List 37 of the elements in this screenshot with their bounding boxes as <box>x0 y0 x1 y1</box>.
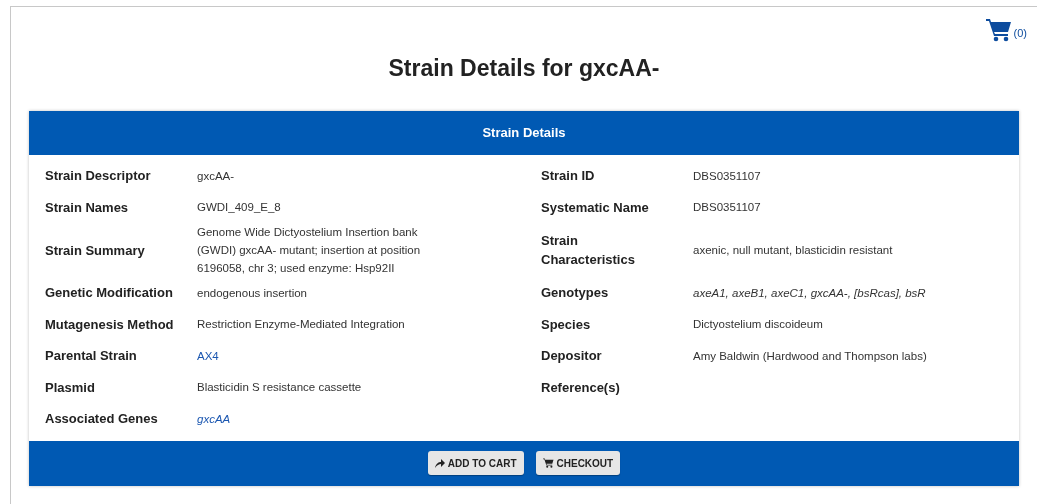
field-value: Amy Baldwin (Hardwood and Thompson labs) <box>693 348 927 364</box>
field-label: Parental Strain <box>45 347 137 366</box>
cart-icon[interactable] <box>985 18 1012 42</box>
field-label: Reference(s) <box>541 378 620 397</box>
field-label: Genotypes <box>541 284 609 303</box>
field-value: Dictyostelium discoideum <box>693 317 823 333</box>
field-value: Genome Wide Dictyostelium Insertion bank (GWDI) gxcAA- mutant; insertion at position 6196058, chr 3; used enzyme: Hsp92II <box>197 225 422 276</box>
strain-link[interactable]: AX4 <box>197 346 219 365</box>
field-label: Strain Descriptor <box>45 167 151 186</box>
field-value: GWDI_409_E_8 <box>197 200 281 216</box>
field-value: gxcAA- <box>197 168 235 184</box>
field-value: axenic, null mutant, blasticidin resistant <box>693 243 893 258</box>
field-label: Associated Genes <box>45 410 158 429</box>
gene-link[interactable]: gxcAA <box>197 409 231 428</box>
field-value: DBS0351107 <box>693 168 761 184</box>
field-value: Restriction Enzyme-Mediated Integration <box>197 317 405 333</box>
field-label: Genetic Modification <box>45 284 173 303</box>
panel-header: Strain Details <box>29 111 1019 155</box>
field-label: Mutagenesis Method <box>45 315 174 334</box>
field-label: Strain ID <box>541 167 595 186</box>
cart-icon <box>542 458 554 468</box>
action-button[interactable]: CHECKOUT <box>535 451 621 475</box>
field-value: axeA1, axeB1, axeC1, gxcAA-, [bsRcas], bsR <box>693 285 926 301</box>
field-value: endogenous insertion <box>197 285 307 301</box>
field-label: Strain Names <box>45 198 129 217</box>
action-button[interactable]: ADD TO CART <box>427 451 524 475</box>
share-arrow-icon <box>434 458 445 468</box>
field-value: DBS0351107 <box>693 200 761 216</box>
field-label: Plasmid <box>45 378 95 397</box>
page-title: Strain Details for gxcAA- <box>387 54 661 83</box>
field-label: Strain Characteristics <box>541 232 636 269</box>
cart-count[interactable]: (0) <box>1013 24 1027 42</box>
field-label: Strain Summary <box>45 241 145 260</box>
field-label: Depositor <box>541 347 602 366</box>
field-label: Systematic Name <box>541 198 649 217</box>
field-label: Species <box>541 315 591 334</box>
field-value: Blasticidin S resistance cassette <box>197 380 362 396</box>
